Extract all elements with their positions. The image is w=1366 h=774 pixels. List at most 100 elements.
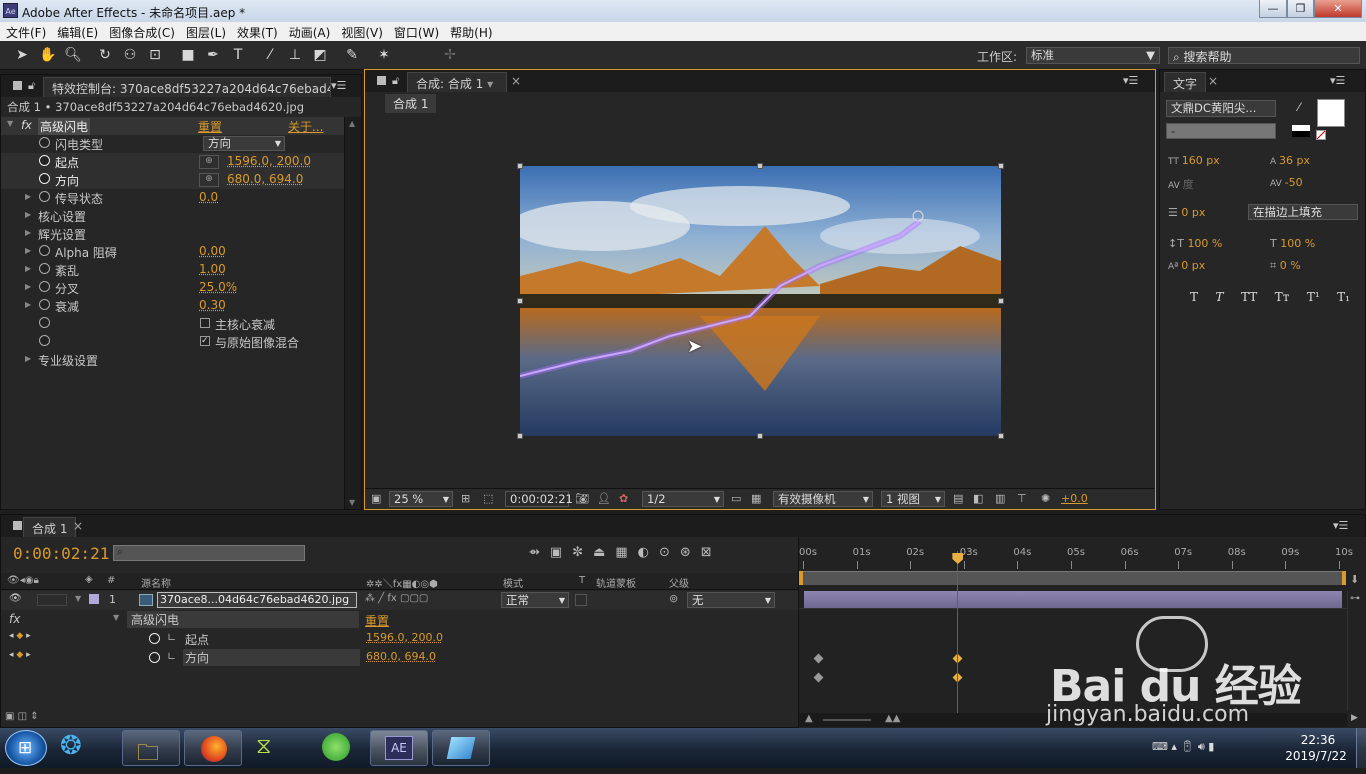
- eyedropper-icon[interactable]: ⁄: [1298, 100, 1300, 114]
- panel-menu-icon[interactable]: ▾☰: [1123, 74, 1138, 87]
- pickwhip-icon[interactable]: ⊚: [669, 592, 678, 605]
- close-tab-icon[interactable]: ×: [1208, 74, 1218, 88]
- menu-animation[interactable]: 动画(A): [289, 22, 338, 41]
- stopwatch-icon[interactable]: [39, 262, 53, 276]
- work-area-end-handle[interactable]: [1342, 571, 1346, 585]
- tracking-value[interactable]: -50: [1285, 176, 1303, 189]
- scroll-up-icon[interactable]: ▲: [349, 119, 355, 128]
- panel-close-icon[interactable]: [13, 81, 22, 90]
- selection-tool-icon[interactable]: ➤: [12, 46, 32, 65]
- minimize-button[interactable]: —: [1259, 0, 1287, 18]
- faux-bold-button[interactable]: T: [1190, 290, 1198, 304]
- keyframe-navigator-icon[interactable]: ◂ ◆ ▸: [9, 631, 31, 641]
- timeline-timecode[interactable]: 0:00:02:21: [13, 544, 109, 563]
- switches-header-icon[interactable]: ✲✲＼fx▦◐◎⬢: [366, 575, 438, 590]
- tab-effect-controls[interactable]: 特效控制台: 370ace8df53227a204d64c76ebad4620.…: [43, 77, 331, 97]
- show-desktop-button[interactable]: [1356, 728, 1366, 768]
- pan-behind-tool-icon[interactable]: ⊡: [145, 46, 165, 65]
- resize-handle[interactable]: [998, 163, 1004, 169]
- forking-value[interactable]: 25.0%: [199, 280, 237, 294]
- small-caps-button[interactable]: Tт: [1275, 290, 1290, 304]
- fill-color-swatch[interactable]: [1317, 99, 1345, 127]
- expand-triangle-icon[interactable]: ▶: [25, 246, 35, 255]
- resize-handle[interactable]: [757, 433, 763, 439]
- toggle-pixel-aspect-icon[interactable]: ▤: [953, 492, 963, 505]
- all-caps-button[interactable]: TT: [1241, 290, 1257, 304]
- layer-marker-icon[interactable]: ⊶: [1350, 593, 1360, 604]
- panel-menu-icon[interactable]: ▾☰: [331, 79, 346, 92]
- zoom-tool-icon[interactable]: 🔍︎: [63, 46, 83, 65]
- clock-date[interactable]: 2019/7/22: [1280, 749, 1352, 763]
- about-link[interactable]: 关于...: [288, 118, 323, 135]
- stopwatch-icon[interactable]: [39, 190, 53, 204]
- source-name-header[interactable]: 源名称: [141, 575, 171, 590]
- alpha-obstacle-value[interactable]: 0.00: [199, 244, 226, 258]
- timeline-prop-row[interactable]: ◂ ◆ ▸ ∟ 方向 680.0, 694.0: [1, 648, 798, 667]
- tab-timeline-comp[interactable]: 合成 1: [23, 517, 77, 537]
- exposure-value[interactable]: +0.0: [1061, 492, 1088, 505]
- stopwatch-icon[interactable]: [39, 334, 53, 348]
- keyframe-navigator-icon[interactable]: ◂ ◆ ▸: [9, 650, 31, 660]
- pen-tool-icon[interactable]: ✒: [203, 46, 223, 65]
- fx-icon[interactable]: fx: [9, 612, 20, 626]
- label-icon[interactable]: ◈: [85, 574, 93, 585]
- stopwatch-icon[interactable]: [39, 136, 53, 150]
- av-features-icon[interactable]: 👁︎◂◉🔒︎: [7, 575, 39, 586]
- close-button[interactable]: ✕: [1314, 0, 1362, 18]
- layer-row[interactable]: 👁︎ ▼ 1 370ace8...04d64c76ebad4620.jpg ⁂ …: [1, 591, 798, 610]
- timeline-reset-link[interactable]: 重置: [365, 612, 389, 629]
- resize-handle[interactable]: [998, 433, 1004, 439]
- views-dropdown[interactable]: 1 视图 ▼: [881, 491, 945, 507]
- restore-button[interactable]: ❐: [1287, 0, 1314, 18]
- menu-window[interactable]: 窗口(W): [394, 22, 446, 41]
- layer-duration-bar[interactable]: [804, 591, 1342, 608]
- camera-dropdown[interactable]: 有效摄像机 ▼: [773, 491, 873, 507]
- menu-composition[interactable]: 图像合成(C): [109, 22, 182, 41]
- timeline-prop-row[interactable]: ◂ ◆ ▸ ∟ 起点 1596.0, 200.0: [1, 629, 798, 648]
- av-toggle-slots[interactable]: [37, 594, 67, 606]
- composite-original-checkbox[interactable]: ✓: [200, 336, 210, 346]
- stopwatch-icon[interactable]: [149, 632, 163, 646]
- timeline-zoom-bar[interactable]: ▲ ▲▲: [799, 713, 1347, 727]
- panel-close-icon[interactable]: [377, 76, 386, 85]
- resize-handle[interactable]: [517, 163, 523, 169]
- mode-header[interactable]: 模式: [503, 575, 523, 590]
- fast-previews-icon[interactable]: ◧: [973, 492, 983, 505]
- direction-value[interactable]: 680.0, 694.0: [227, 172, 303, 186]
- stroke-mode-dropdown[interactable]: 在描边上填充: [1248, 204, 1358, 220]
- zoom-out-icon[interactable]: ▲: [805, 713, 813, 724]
- layer-switches-icon[interactable]: ⁂ ╱ fx ▢▢▢: [365, 593, 428, 604]
- layer-name[interactable]: 370ace8...04d64c76ebad4620.jpg: [157, 592, 357, 608]
- expand-triangle-icon[interactable]: ▶: [25, 192, 35, 201]
- expand-triangle-icon[interactable]: ▶: [25, 228, 35, 237]
- faux-italic-button[interactable]: T: [1216, 290, 1224, 304]
- zoom-slider-track[interactable]: [823, 719, 871, 721]
- flowchart-icon[interactable]: ⊤: [1017, 492, 1027, 505]
- safe-zones-icon[interactable]: ⬚: [483, 492, 493, 505]
- graph-icon[interactable]: ∟: [167, 650, 176, 663]
- tsume-value[interactable]: 0 %: [1280, 259, 1301, 272]
- preserve-transparency-checkbox[interactable]: [575, 594, 587, 606]
- superscript-button[interactable]: T¹: [1307, 290, 1320, 304]
- expand-triangle-icon[interactable]: ▼: [7, 119, 17, 128]
- roto-brush-tool-icon[interactable]: ✎: [342, 46, 362, 65]
- crosshair-icon[interactable]: ⊕: [199, 155, 219, 169]
- browser-360-icon[interactable]: [322, 733, 350, 761]
- leading-value[interactable]: 36 px: [1279, 154, 1310, 167]
- hand-tool-icon[interactable]: ✋: [38, 46, 58, 65]
- expand-triangle-icon[interactable]: ▶: [25, 354, 35, 363]
- system-tray-icons[interactable]: ⌨ ▴ 🔋︎ 🔊︎ ▮: [1152, 740, 1214, 754]
- stroke-color-swatch[interactable]: [1292, 125, 1310, 137]
- work-area-start-handle[interactable]: [799, 571, 803, 585]
- camtasia-icon[interactable]: ⧖: [256, 734, 271, 759]
- axis-mode-icon[interactable]: ✢ ● ⊕: [440, 46, 460, 101]
- stopwatch-icon[interactable]: [39, 316, 53, 330]
- zoom-dropdown[interactable]: 25 % ▼: [389, 491, 453, 507]
- kerning-value[interactable]: 度: [1183, 178, 1194, 191]
- scroll-right-icon[interactable]: ▶: [1351, 713, 1358, 723]
- region-of-interest-icon[interactable]: ▭: [731, 492, 741, 505]
- puppet-tool-icon[interactable]: ✶: [374, 46, 394, 65]
- horizontal-scale-value[interactable]: 100 %: [1280, 237, 1315, 250]
- close-tab-icon[interactable]: ×: [73, 519, 83, 533]
- lightning-type-dropdown[interactable]: 方向 ▼: [203, 136, 285, 151]
